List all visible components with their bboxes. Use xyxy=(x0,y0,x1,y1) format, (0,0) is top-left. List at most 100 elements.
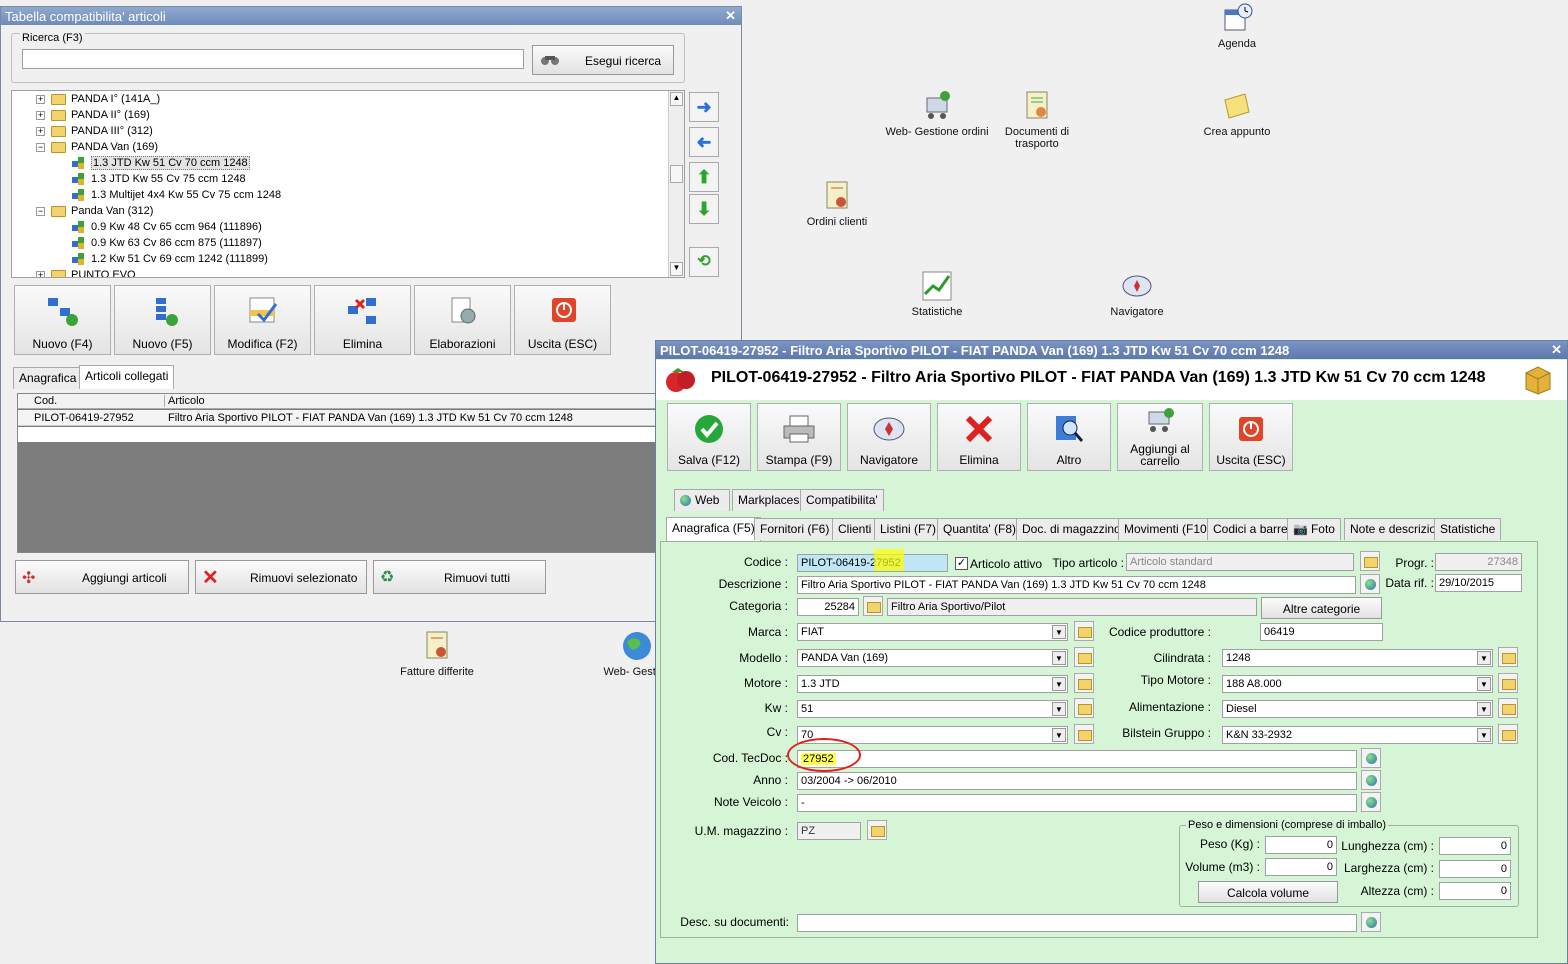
add-articles-button[interactable]: ✣ Aggiungi articoli xyxy=(15,560,189,594)
folder-icon[interactable] xyxy=(1074,724,1094,744)
folder-icon[interactable] xyxy=(1498,698,1518,718)
folder-icon[interactable] xyxy=(1498,724,1518,744)
folder-icon[interactable] xyxy=(1498,673,1518,693)
tab-listini[interactable]: Listini (F7) xyxy=(874,518,943,540)
tab-foto[interactable]: 📷 Foto xyxy=(1287,518,1341,540)
note-veicolo-field[interactable]: - xyxy=(797,794,1357,812)
altre-categorie-button[interactable]: Altre categorie xyxy=(1261,597,1382,619)
desktop-icon-crea-appunto[interactable]: Crea appunto xyxy=(1182,90,1292,138)
tab-compatibilita[interactable]: Compatibilita' xyxy=(800,489,884,511)
tab-web[interactable]: Web xyxy=(674,489,730,511)
chevron-down-icon[interactable]: ▼ xyxy=(1052,728,1066,742)
search-input[interactable] xyxy=(22,49,524,69)
expand-icon[interactable]: + xyxy=(36,94,45,104)
chevron-down-icon[interactable]: ▼ xyxy=(1477,728,1491,742)
tipo-motore-select[interactable]: 188 A8.000 ▼ xyxy=(1222,675,1493,693)
navigator-button[interactable]: Navigatore xyxy=(847,403,931,471)
tree-node[interactable]: − Panda Van (312) xyxy=(36,205,153,221)
tab-movimenti[interactable]: Movimenti (F10) xyxy=(1118,518,1217,540)
folder-icon[interactable] xyxy=(1074,621,1094,641)
kw-select[interactable]: 51 ▼ xyxy=(797,700,1068,718)
scroll-thumb[interactable] xyxy=(670,165,683,183)
collapse-icon[interactable]: − xyxy=(36,142,45,152)
table-row[interactable]: PILOT-06419-27952 Filtro Aria Sportivo P… xyxy=(18,410,658,426)
compat-titlebar[interactable]: Tabella compatibilita' articoli ✕ xyxy=(1,7,741,25)
calcola-volume-button[interactable]: Calcola volume xyxy=(1198,881,1338,903)
tree-node[interactable]: + PANDA I° (141A_) xyxy=(36,93,160,109)
close-icon[interactable]: ✕ xyxy=(725,8,736,24)
tree-leaf[interactable]: 0.9 Kw 63 Cv 86 ccm 875 (111897) xyxy=(72,237,262,253)
tree-leaf[interactable]: 1.3 JTD Kw 55 Cv 75 ccm 1248 xyxy=(72,173,246,189)
tree-node[interactable]: + PANDA III° (312) xyxy=(36,125,153,141)
volume-field[interactable]: 0 xyxy=(1265,858,1337,876)
tab-clienti[interactable]: Clienti xyxy=(832,518,878,540)
save-button[interactable]: Salva (F12) xyxy=(667,403,751,471)
categoria-code-field[interactable]: 25284 xyxy=(797,598,859,616)
scroll-up-icon[interactable]: ▲ xyxy=(670,92,683,106)
close-icon[interactable]: ✕ xyxy=(1551,342,1562,358)
expand-icon[interactable]: + xyxy=(36,110,45,120)
new-f4-button[interactable]: Nuovo (F4) xyxy=(14,285,111,355)
peso-field[interactable]: 0 xyxy=(1265,836,1337,854)
chevron-down-icon[interactable]: ▼ xyxy=(1052,702,1066,716)
desktop-icon-agenda[interactable]: Agenda xyxy=(1182,2,1292,50)
tab-statistiche[interactable]: Statistiche xyxy=(1434,518,1502,540)
delete-button[interactable]: Elimina xyxy=(314,285,411,355)
globe-icon[interactable] xyxy=(1361,792,1381,812)
remove-selected-button[interactable]: ✕ Rimuovi selezionato xyxy=(195,560,367,594)
cilindrata-select[interactable]: 1248 ▼ xyxy=(1222,649,1493,667)
folder-icon[interactable] xyxy=(1360,551,1380,571)
desktop-icon-fatture-differite[interactable]: Fatture differite xyxy=(382,630,492,678)
delete-button[interactable]: Elimina xyxy=(937,403,1021,471)
arrow-up-icon[interactable]: ⬆ xyxy=(689,162,719,192)
desktop-icon-web-gestione-ordini[interactable]: Web- Gestione ordini xyxy=(882,90,992,138)
folder-icon[interactable] xyxy=(1498,647,1518,667)
altezza-field[interactable]: 0 xyxy=(1439,882,1511,900)
expand-icon[interactable]: + xyxy=(36,270,45,277)
chevron-down-icon[interactable]: ▼ xyxy=(1052,677,1066,691)
grid-header-cod[interactable]: Cod. xyxy=(34,395,165,407)
codice-field[interactable]: PILOT-06419-27952 xyxy=(797,554,948,572)
edit-button[interactable]: Modifica (F2) xyxy=(214,285,311,355)
globe-icon[interactable] xyxy=(1361,748,1381,768)
data-rif-field[interactable]: 29/10/2015 xyxy=(1435,574,1522,592)
refresh-icon[interactable]: ⟲ xyxy=(689,247,719,277)
globe-icon[interactable] xyxy=(1361,912,1381,932)
desktop-icon-documenti-trasporto[interactable]: Documenti di trasporto xyxy=(982,90,1092,150)
tab-anagrafica[interactable]: Anagrafica xyxy=(13,367,83,389)
bilstein-select[interactable]: K&N 33-2932 ▼ xyxy=(1222,726,1493,744)
add-to-cart-button[interactable]: Aggiungi al carrello xyxy=(1117,403,1203,471)
expand-icon[interactable]: + xyxy=(36,126,45,136)
article-titlebar[interactable]: PILOT-06419-27952 - Filtro Aria Sportivo… xyxy=(656,341,1567,359)
chevron-down-icon[interactable]: ▼ xyxy=(1477,702,1491,716)
tree-leaf[interactable]: 1.2 Kw 51 Cv 69 ccm 1242 (111899) xyxy=(72,253,268,269)
new-f5-button[interactable]: Nuovo (F5) xyxy=(114,285,211,355)
other-button[interactable]: Altro xyxy=(1027,403,1111,471)
tab-doc-magazzino[interactable]: Doc. di magazzino xyxy=(1016,518,1127,540)
tab-fornitori[interactable]: Fornitori (F6) xyxy=(754,518,836,540)
tree-leaf-selected[interactable]: 1.3 JTD Kw 51 Cv 70 ccm 1248 xyxy=(72,156,250,173)
arrow-right-icon[interactable]: ➜ xyxy=(689,92,719,122)
scroll-down-icon[interactable]: ▼ xyxy=(670,262,683,276)
tree-leaf[interactable]: 1.3 Multijet 4x4 Kw 55 Cv 75 ccm 1248 xyxy=(72,189,281,205)
tree-node[interactable]: + PUNTO EVO xyxy=(36,269,136,277)
print-button[interactable]: Stampa (F9) xyxy=(757,403,841,471)
chevron-down-icon[interactable]: ▼ xyxy=(1477,677,1491,691)
descrizione-field[interactable]: Filtro Aria Sportivo PILOT - FIAT PANDA … xyxy=(797,576,1356,594)
table-row-empty[interactable] xyxy=(18,427,658,442)
chevron-down-icon[interactable]: ▼ xyxy=(1477,651,1491,665)
arrow-left-icon[interactable]: ➜ xyxy=(689,127,719,157)
tab-articoli-collegati[interactable]: Articoli collegati xyxy=(79,365,175,389)
cod-tecdoc-field[interactable]: 27952 xyxy=(797,750,1357,768)
remove-all-button[interactable]: ♻ Rimuovi tutti xyxy=(373,560,546,594)
arrow-down-icon[interactable]: ⬇ xyxy=(689,194,719,224)
desktop-icon-navigatore[interactable]: Navigatore xyxy=(1082,270,1192,318)
progr-field[interactable]: 27348 xyxy=(1435,553,1522,571)
chevron-down-icon[interactable]: ▼ xyxy=(1052,651,1066,665)
vehicle-tree[interactable]: + PANDA I° (141A_) + PANDA II° (169) + PAND… xyxy=(11,90,685,278)
grid-header-articolo[interactable]: Articolo xyxy=(168,395,205,407)
collapse-icon[interactable]: − xyxy=(36,206,45,216)
globe-icon[interactable] xyxy=(1361,770,1381,790)
anno-field[interactable]: 03/2004 -> 06/2010 xyxy=(797,772,1357,790)
tree-scrollbar[interactable]: ▲ ▼ xyxy=(668,91,684,277)
